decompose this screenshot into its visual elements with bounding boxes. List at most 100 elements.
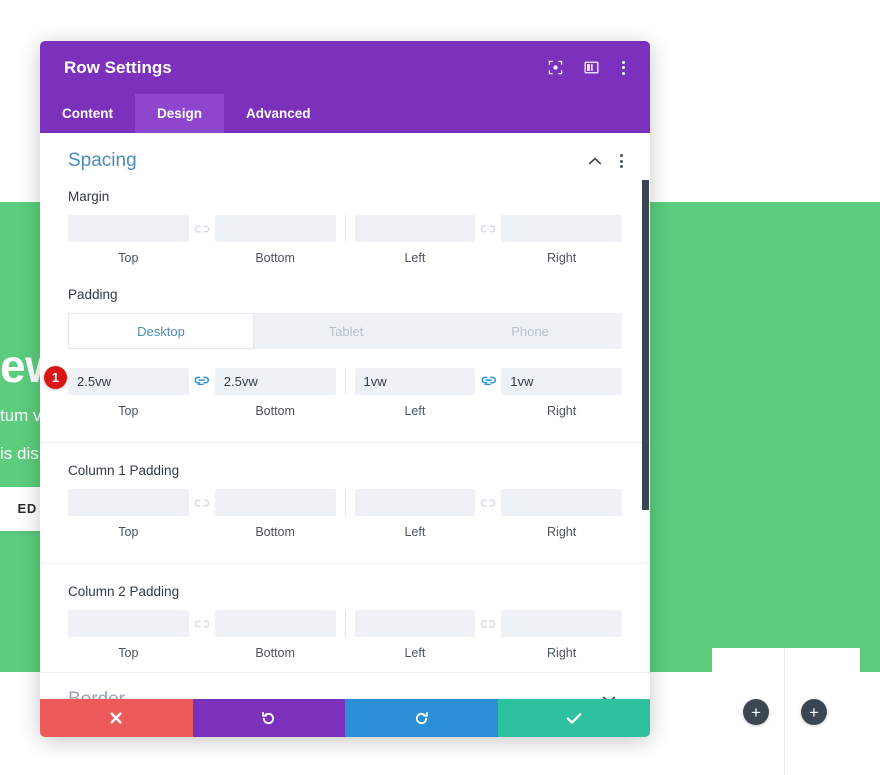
field-padding-left: Left	[354, 368, 476, 418]
modal-footer	[40, 699, 650, 737]
section-title-spacing: Spacing	[68, 150, 137, 171]
unlink-icon-margin-horizontal[interactable]	[475, 215, 501, 242]
label-column2-padding: Column 2 Padding	[68, 584, 180, 599]
column1-right-input[interactable]	[501, 489, 622, 516]
label-column1-padding: Column 1 Padding	[68, 463, 180, 478]
section-title-border: Border	[68, 688, 126, 700]
modal-header: Row Settings	[40, 41, 650, 94]
column2-bottom-label: Bottom	[255, 646, 295, 660]
field-column2-bottom: Bottom	[214, 610, 336, 660]
scrollbar-track[interactable]	[642, 133, 650, 699]
padding-top-input[interactable]	[68, 368, 189, 395]
cancel-button[interactable]	[40, 699, 193, 737]
field-column1-right: Right	[501, 489, 622, 539]
margin-left-label: Left	[404, 251, 426, 265]
margin-left-right-pair: Left Right	[354, 215, 622, 265]
column1-left-input[interactable]	[354, 489, 476, 516]
padding-left-right-pair: Left Right	[354, 368, 622, 418]
chevron-up-icon[interactable]	[586, 152, 604, 170]
margin-top-input[interactable]	[68, 215, 189, 242]
focus-icon[interactable]	[544, 57, 566, 79]
field-column1-left: Left	[354, 489, 476, 539]
section-header-spacing[interactable]: Spacing	[40, 133, 650, 189]
add-module-button-1[interactable]: +	[743, 699, 769, 725]
field-column2-left: Left	[354, 610, 476, 660]
field-group-margin: Margin Top Bottom Left Right	[40, 189, 650, 265]
label-padding: Padding	[68, 287, 118, 302]
field-margin-right: Right	[501, 215, 622, 265]
margin-left-input[interactable]	[354, 215, 476, 242]
screen: ew tum v is dis ED + + Row Settings Cont…	[0, 0, 880, 775]
margin-divider	[344, 215, 346, 241]
column2-top-input[interactable]	[68, 610, 189, 637]
margin-bottom-label: Bottom	[255, 251, 295, 265]
column1-left-label: Left	[404, 525, 426, 539]
padding-right-input[interactable]	[501, 368, 622, 395]
column1-right-label: Right	[547, 525, 577, 539]
column2-top-label: Top	[118, 646, 139, 660]
field-margin-top: Top	[68, 215, 189, 265]
field-group-column1-padding: Column 1 Padding Top Bottom Left Right	[40, 442, 650, 539]
margin-right-input[interactable]	[501, 215, 622, 242]
tab-advanced[interactable]: Advanced	[224, 94, 333, 133]
section-menu-icon[interactable]	[614, 154, 628, 168]
unlink-icon-column2-vertical[interactable]	[189, 610, 215, 637]
unlink-icon-column1-horizontal[interactable]	[475, 489, 501, 516]
column1-top-label: Top	[118, 525, 139, 539]
scrollbar-thumb[interactable]	[642, 180, 649, 510]
column1-top-bottom-pair: Top Bottom	[68, 489, 336, 539]
padding-top-bottom-pair: Top Bottom	[68, 368, 336, 418]
link-icon-padding-vertical[interactable]	[189, 368, 215, 395]
section-header-border[interactable]: Border	[40, 672, 650, 699]
padding-bottom-label: Bottom	[255, 404, 295, 418]
column2-left-input[interactable]	[354, 610, 476, 637]
padding-left-input[interactable]	[354, 368, 476, 395]
step-badge-1: 1	[44, 366, 67, 389]
link-icon-padding-horizontal[interactable]	[475, 368, 501, 395]
column2-top-bottom-pair: Top Bottom	[68, 610, 336, 660]
unlink-icon-margin-vertical[interactable]	[189, 215, 215, 242]
field-group-padding: Padding Desktop Tablet Phone 1 Top	[40, 287, 650, 418]
layout-icon[interactable]	[580, 57, 602, 79]
device-tab-phone[interactable]: Phone	[438, 313, 622, 349]
column2-left-right-pair: Left Right	[354, 610, 622, 660]
unlink-icon-column2-horizontal[interactable]	[475, 610, 501, 637]
chevron-down-icon[interactable]	[600, 691, 618, 699]
save-button[interactable]	[497, 699, 650, 737]
unlink-icon-column1-vertical[interactable]	[189, 489, 215, 516]
label-margin: Margin	[68, 189, 110, 204]
field-margin-left: Left	[354, 215, 476, 265]
undo-button[interactable]	[192, 699, 345, 737]
padding-top-label: Top	[118, 404, 139, 418]
column1-bottom-label: Bottom	[255, 525, 295, 539]
modal-header-actions	[544, 57, 630, 79]
field-column2-top: Top	[68, 610, 189, 660]
tab-design[interactable]: Design	[135, 94, 225, 133]
field-group-column2-padding: Column 2 Padding Top Bottom Left Right	[40, 563, 650, 660]
padding-bottom-input[interactable]	[214, 368, 336, 395]
redo-button[interactable]	[345, 699, 498, 737]
margin-fields: Top Bottom Left Right	[68, 215, 622, 265]
column1-left-right-pair: Left Right	[354, 489, 622, 539]
device-tab-desktop[interactable]: Desktop	[68, 313, 254, 349]
padding-fields: 1 Top	[44, 366, 622, 418]
column2-right-input[interactable]	[501, 610, 622, 637]
column2-bottom-input[interactable]	[214, 610, 336, 637]
column1-padding-fields: Top Bottom Left Right	[68, 489, 622, 539]
column2-right-label: Right	[547, 646, 577, 660]
kebab-menu-icon[interactable]	[616, 57, 630, 79]
margin-top-label: Top	[118, 251, 139, 265]
margin-bottom-input[interactable]	[214, 215, 336, 242]
margin-top-bottom-pair: Top Bottom	[68, 215, 336, 265]
column2-divider	[344, 610, 346, 636]
modal-tabs: Content Design Advanced	[40, 94, 650, 133]
tab-content[interactable]: Content	[40, 94, 135, 133]
page-cta-button[interactable]: ED	[0, 487, 45, 531]
column1-top-input[interactable]	[68, 489, 189, 516]
column1-bottom-input[interactable]	[214, 489, 336, 516]
padding-left-label: Left	[404, 404, 426, 418]
device-tab-tablet[interactable]: Tablet	[254, 313, 438, 349]
device-tabs: Desktop Tablet Phone	[68, 313, 622, 349]
row-settings-modal: Row Settings Content Design Advanced Spa…	[40, 41, 650, 737]
add-module-button-2[interactable]: +	[801, 699, 827, 725]
